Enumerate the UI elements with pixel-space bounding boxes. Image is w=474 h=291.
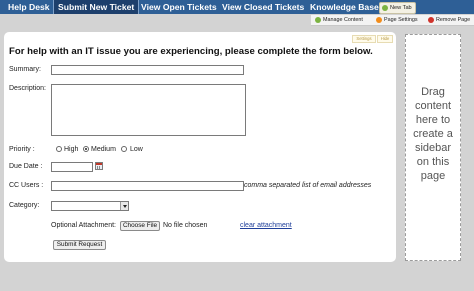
category-label: Category: (9, 202, 40, 209)
submit-request-button[interactable]: Submit Request (53, 240, 106, 250)
remove-page-label: Remove Page (436, 17, 471, 23)
sidebar-drop-zone[interactable]: Drag content here to create a sidebar on… (405, 34, 461, 261)
tab-submit-new-ticket[interactable]: Submit New Ticket (53, 0, 140, 14)
top-nav-bar: Help Desk Submit New Ticket View Open Ti… (0, 0, 474, 14)
new-tab-label: New Tab (390, 5, 412, 11)
remove-icon (428, 16, 434, 23)
summary-label: Summary: (9, 66, 41, 73)
form-heading: For help with an IT issue you are experi… (9, 46, 373, 57)
priority-low-label: Low (130, 146, 143, 153)
choose-file-button[interactable]: Choose File (120, 221, 160, 231)
settings-icon (376, 16, 382, 23)
ticket-form-panel: Settings Hide For help with an IT issue … (4, 32, 396, 262)
attachment-label: Optional Attachment: (51, 222, 116, 229)
priority-high-label: High (64, 146, 79, 153)
clear-attachment-link[interactable]: clear attachment (240, 222, 292, 229)
priority-label: Priority : (9, 146, 35, 153)
priority-medium-label: Medium (91, 146, 116, 153)
priority-low-radio[interactable] (121, 146, 127, 152)
cc-users-input[interactable] (51, 181, 244, 191)
priority-high-radio[interactable] (56, 146, 62, 152)
due-date-label: Due Date : (9, 163, 43, 170)
panel-settings-button[interactable]: Settings (352, 35, 376, 43)
tab-help-desk[interactable]: Help Desk (8, 0, 50, 14)
description-label: Description: (9, 85, 46, 92)
cc-users-hint: comma separated list of email addresses (244, 182, 372, 189)
manage-content-button[interactable]: Manage Content (315, 16, 363, 24)
remove-page-button[interactable]: Remove Page (428, 16, 470, 24)
description-textarea[interactable] (51, 84, 246, 136)
manage-icon (315, 16, 321, 23)
priority-medium-radio[interactable] (83, 146, 89, 152)
tab-view-closed-tickets[interactable]: View Closed Tickets (222, 0, 304, 14)
due-date-input[interactable] (51, 162, 93, 172)
tab-knowledge-base[interactable]: Knowledge Base (310, 0, 379, 14)
plus-icon (382, 4, 388, 11)
page-toolbar: Manage Content Page Settings Remove Page (311, 15, 474, 26)
panel-hide-button[interactable]: Hide (377, 35, 393, 43)
new-tab-button[interactable]: New Tab (379, 2, 416, 14)
tab-view-open-tickets[interactable]: View Open Tickets (141, 0, 217, 14)
file-status-text: No file chosen (163, 222, 208, 229)
sidebar-drop-text: Drag content here to create a sidebar on… (413, 86, 453, 182)
chevron-down-icon (120, 202, 128, 210)
calendar-icon[interactable] (95, 162, 103, 170)
page-settings-button[interactable]: Page Settings (376, 16, 418, 24)
summary-input[interactable] (51, 65, 244, 75)
manage-content-label: Manage Content (323, 17, 363, 23)
category-select[interactable] (51, 201, 129, 211)
page-settings-label: Page Settings (384, 17, 418, 23)
cc-users-label: CC Users : (9, 182, 44, 189)
